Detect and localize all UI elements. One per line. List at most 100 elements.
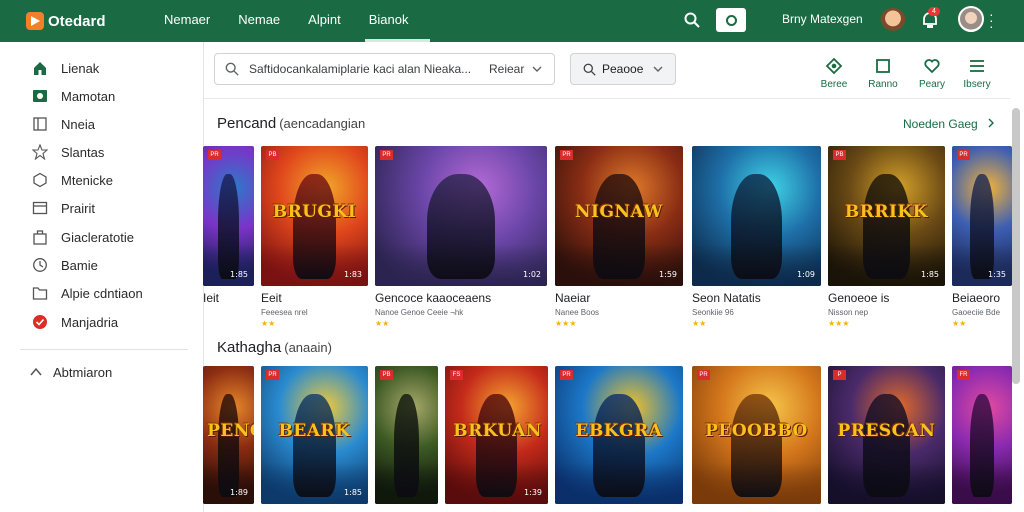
action-label: Beree: [820, 79, 848, 90]
art-title: BRKUAN: [453, 421, 542, 442]
duration-label: 1:09: [797, 270, 815, 279]
sidebar-item-6[interactable]: Prairit: [32, 198, 95, 218]
star-rating: ★★: [375, 319, 390, 328]
game-artwork: P PRESCAN: [828, 366, 945, 504]
sidebar-footer-label: Abtmiaron: [53, 364, 113, 380]
nav-tab-3[interactable]: Alpint: [308, 0, 341, 42]
art-title: PRESCAN: [837, 421, 936, 442]
game-artwork: FS BRKUAN 1:39: [445, 366, 548, 504]
hero-figure: [293, 174, 336, 279]
rating-tag: PR: [957, 150, 970, 160]
game-title[interactable]: Genoeoe is: [828, 291, 889, 305]
duration-label: 1:85: [921, 270, 939, 279]
game-title[interactable]: Seon Natatis: [692, 291, 761, 305]
sidebar-item-3[interactable]: Nneia: [32, 114, 95, 134]
sidebar-item-8[interactable]: Bamie: [32, 255, 98, 275]
sidebar-item-1[interactable]: Lienak: [32, 58, 99, 78]
chevron-down-icon[interactable]: [532, 64, 542, 74]
rating-tag: PR: [380, 150, 393, 160]
game-artwork: 1:09: [692, 146, 821, 286]
sidebar-item-label: Giacleratotie: [61, 229, 134, 245]
game-title[interactable]: Eeit: [261, 291, 282, 305]
search-icon: [583, 63, 596, 76]
art-title: PENGHR: [207, 421, 254, 442]
rating-tag: PR: [208, 150, 221, 160]
nav-tab-2[interactable]: Nemae: [238, 0, 280, 42]
game-artwork: PENGHR 1:89: [203, 366, 254, 504]
rating-tag: PR: [697, 370, 710, 380]
duration-label: 1:02: [523, 270, 541, 279]
game-artwork: PB BRUGKI 1:83: [261, 146, 368, 286]
user-label[interactable]: Brny Matexgen: [782, 12, 863, 26]
media-icon: [33, 90, 47, 102]
list-icon: [970, 60, 984, 72]
section-title-1: Pencand (aencadangian: [217, 115, 365, 132]
star-rating: ★★★: [828, 319, 850, 328]
search-icon[interactable]: [684, 12, 700, 28]
game-title[interactable]: Ieit: [203, 291, 219, 305]
duration-label: 1:59: [659, 270, 677, 279]
home-icon: [34, 62, 46, 75]
action-button-1[interactable]: Beree: [811, 56, 857, 90]
brand[interactable]: Otedard: [26, 12, 150, 30]
square-icon: [876, 59, 890, 73]
game-title[interactable]: Beiaeoro: [952, 291, 1000, 305]
folder-icon: [32, 287, 48, 300]
action-button-3[interactable]: Peary: [909, 56, 955, 90]
scrollbar[interactable]: [1012, 108, 1020, 384]
app-logo-icon: [26, 12, 44, 30]
more-icon[interactable]: · · ·: [989, 7, 994, 33]
profile-avatar[interactable]: [958, 6, 984, 32]
section-subtitle: (aencadangian: [279, 116, 366, 131]
game-artwork: PR NIGNAW 1:59: [555, 146, 683, 286]
game-subtitle: Nisson nep: [828, 308, 869, 317]
game-artwork: FR: [952, 366, 1012, 504]
sidebar-item-7[interactable]: Giacleratotie: [32, 227, 134, 247]
see-more-link[interactable]: Noeden Gaeg: [903, 117, 995, 131]
hero-figure: [293, 393, 336, 498]
search-scope-label[interactable]: Reiear: [489, 62, 524, 76]
game-artwork: PR 1:02: [375, 146, 547, 286]
sidebar-item-5[interactable]: Mtenicke: [32, 170, 113, 190]
game-subtitle: Gaoeciie Bde: [952, 308, 1001, 317]
chevron-right-icon: [988, 118, 995, 128]
sidebar-item-4[interactable]: Slantas: [32, 142, 104, 162]
duration-label: 1:89: [230, 488, 248, 497]
rating-tag: PR: [560, 150, 573, 160]
section-subtitle: (anaain): [284, 340, 332, 355]
nav-tab-4-active[interactable]: Bianok: [364, 0, 431, 42]
sidebar-item-2[interactable]: Mamotan: [32, 86, 115, 106]
game-title[interactable]: Gencoce kaaoceaens: [375, 291, 491, 305]
sidebar-collapse[interactable]: Abtmiaron: [28, 362, 112, 382]
record-button[interactable]: [716, 8, 746, 32]
game-title[interactable]: Naeiar: [555, 291, 590, 305]
clock-icon: [33, 258, 47, 272]
action-label: Ranno: [868, 79, 898, 90]
hexagon-icon: [33, 172, 47, 188]
toolbar-divider: [204, 98, 1010, 99]
search-input[interactable]: Saftidocankalamiplarie kaci alan Nieaka.…: [249, 62, 471, 76]
section-title-text: Pencand: [217, 115, 277, 132]
sidebar-divider: [20, 349, 188, 350]
hero-figure: [730, 393, 783, 498]
rating-tag: PB: [266, 150, 279, 160]
game-artwork: PR BEARK 1:85: [261, 366, 368, 504]
rating-tag: P: [833, 370, 846, 380]
sidebar-item-9[interactable]: Alpie cdntiaon: [32, 283, 143, 303]
filter-dropdown[interactable]: Peaooe: [570, 53, 676, 85]
sidebar-item-label: Alpie cdntiaon: [61, 285, 143, 301]
art-title: BEARK: [278, 421, 351, 442]
action-button-4[interactable]: Ibsery: [954, 56, 1000, 90]
sidebar-item-10[interactable]: Manjadria: [32, 312, 118, 332]
search-field[interactable]: Saftidocankalamiplarie kaci alan Nieaka.…: [214, 53, 555, 85]
avatar[interactable]: [880, 8, 906, 34]
sidebar-item-label: Lienak: [61, 60, 100, 76]
rating-tag: PR: [560, 370, 573, 380]
game-subtitle: Feeesea nrel: [261, 308, 308, 317]
filter-label: Peaooe: [602, 62, 644, 76]
nav-tab-1[interactable]: Nemaer: [164, 0, 210, 42]
action-button-2[interactable]: Ranno: [860, 56, 906, 90]
game-subtitle: Seonkiie 96: [692, 308, 734, 317]
main-nav: Nemaer Nemae Alpint Bianok: [164, 0, 436, 42]
sidebar-item-label: Bamie: [61, 257, 98, 273]
